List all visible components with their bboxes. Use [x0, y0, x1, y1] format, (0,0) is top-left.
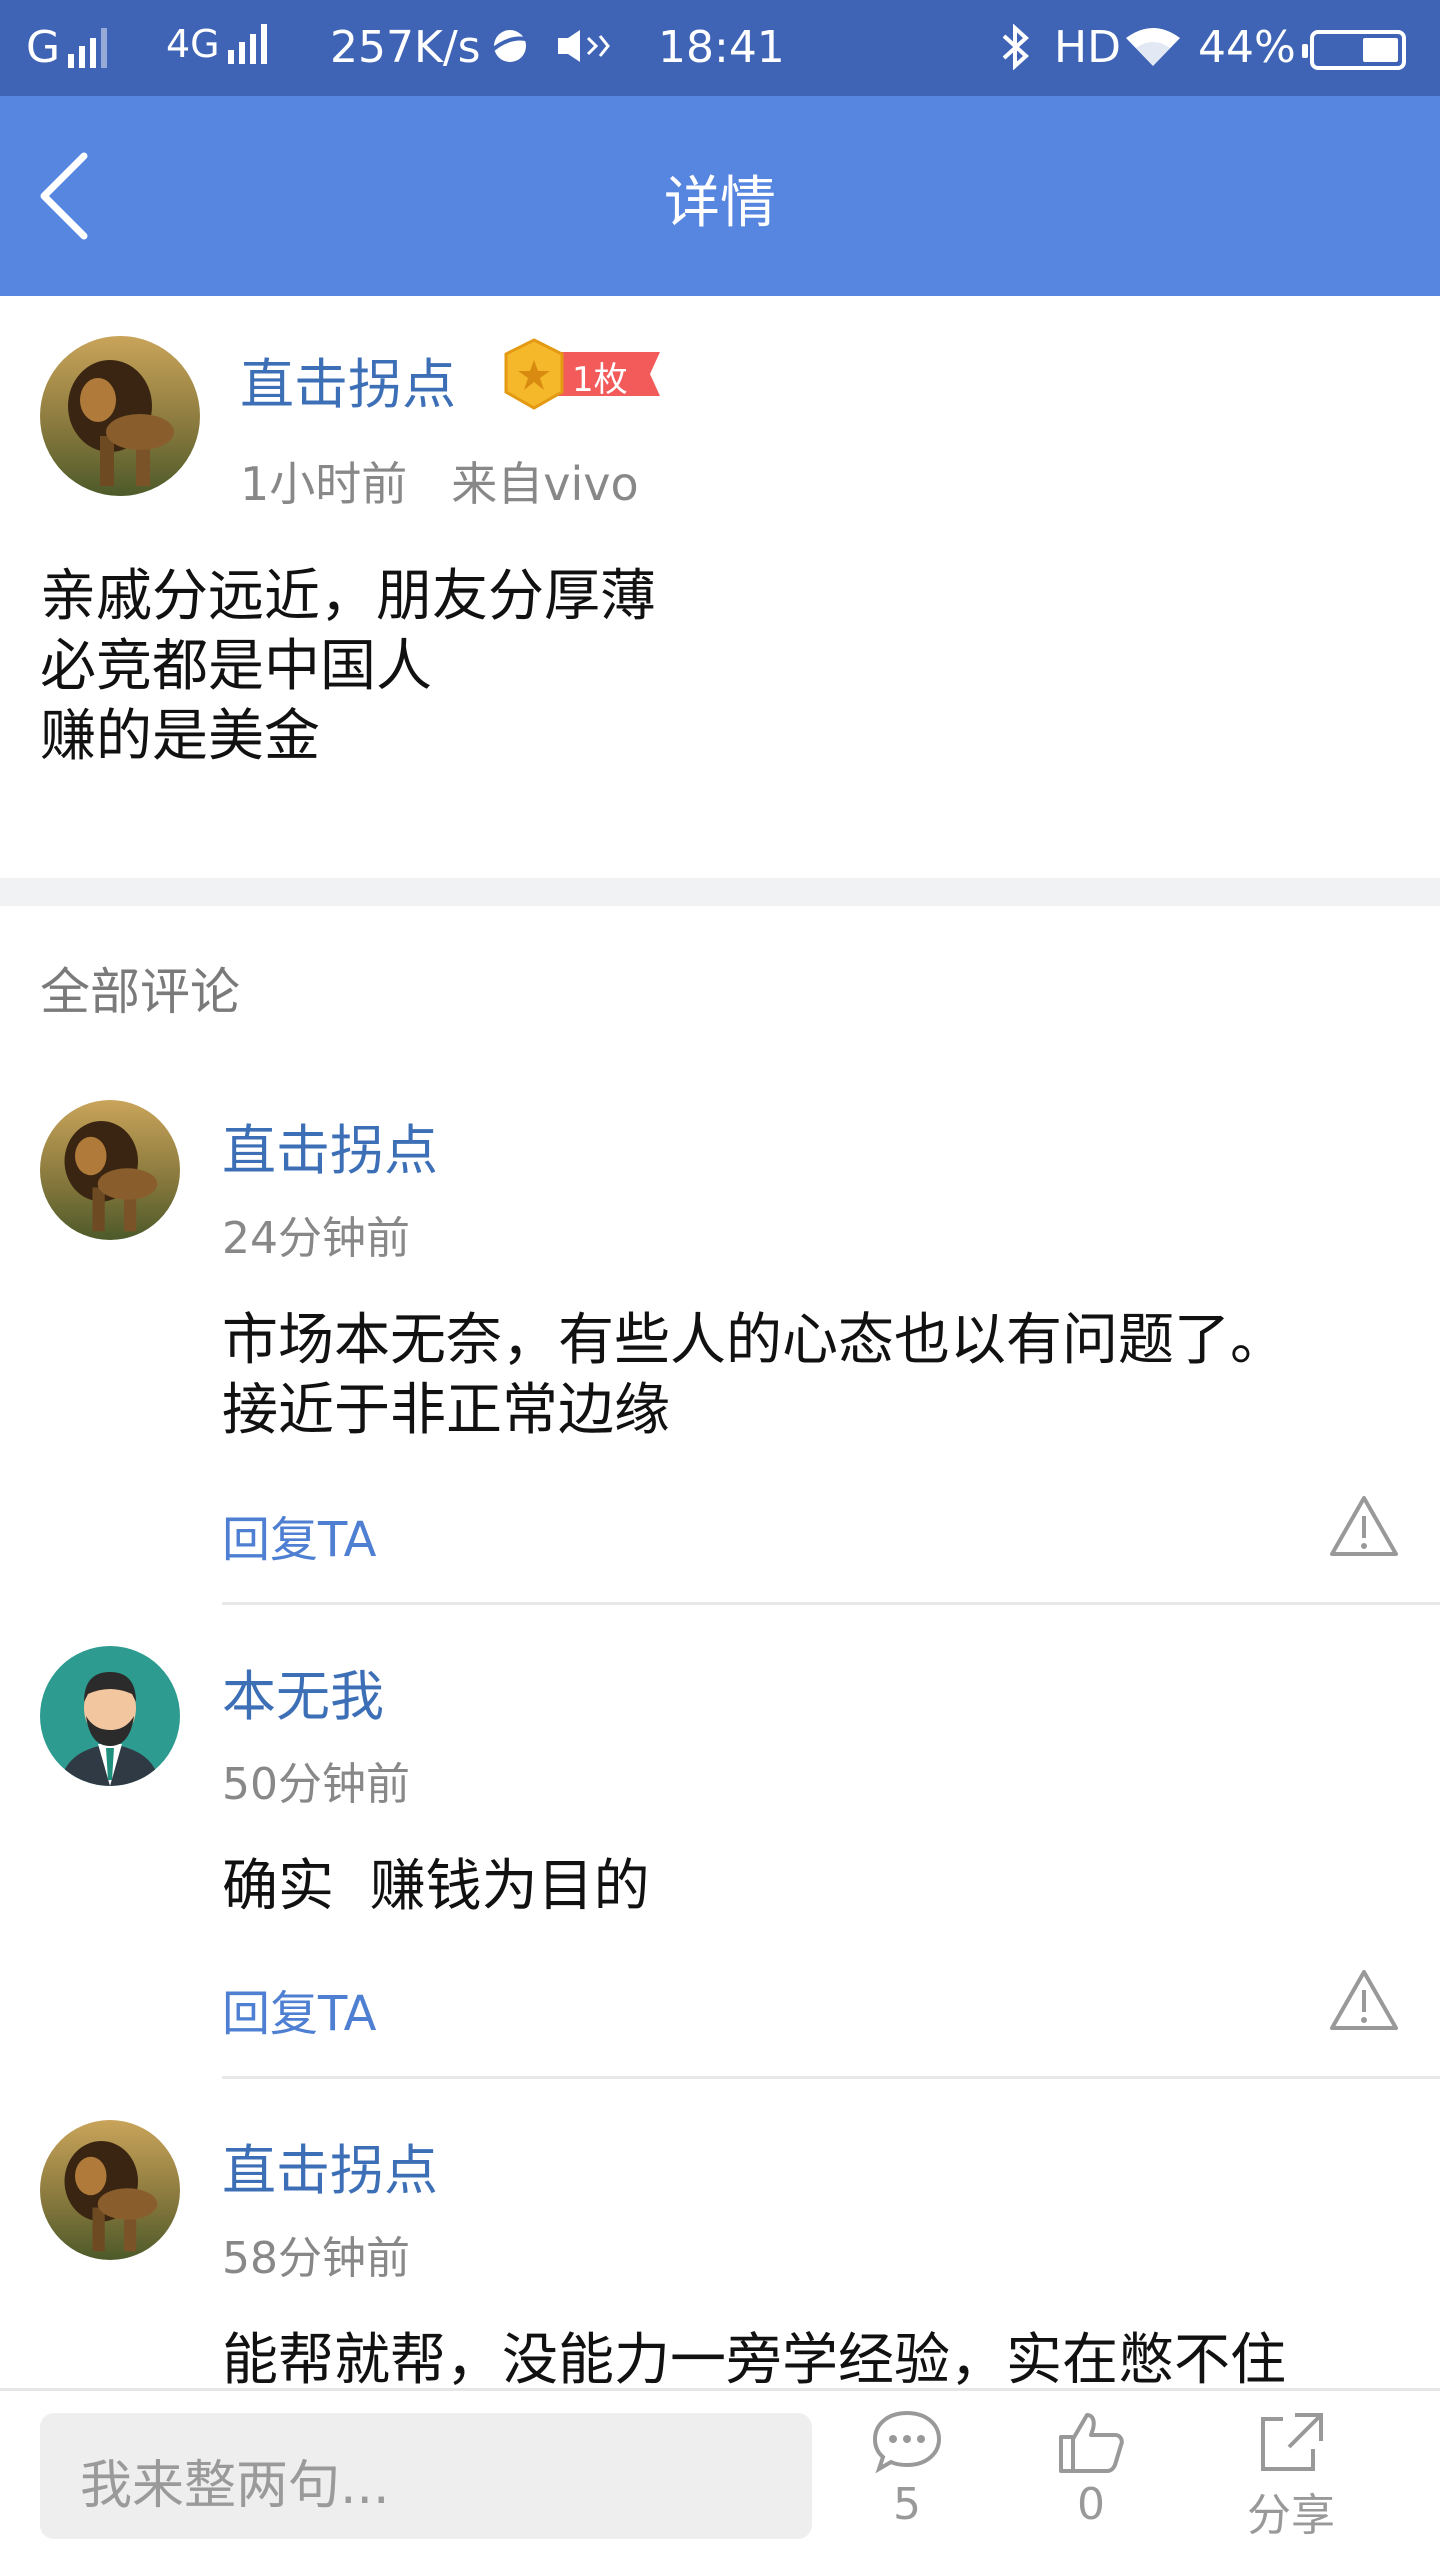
bottom-action-bar: 我来整两句... 5 0 分享 — [0, 2388, 1440, 2560]
comment-bubble-icon — [872, 2410, 942, 2474]
browser-icon — [488, 26, 532, 66]
comments-heading: 全部评论 — [40, 963, 240, 1021]
share-label: 分享 — [1247, 2490, 1335, 2541]
comment-text: 确实 赚钱为目的 — [222, 1852, 1402, 1922]
comment-avatar[interactable] — [40, 2120, 180, 2260]
comment-avatar[interactable] — [40, 1646, 180, 1786]
comment-divider — [222, 2076, 1440, 2079]
comment-text: 市场本无奈，有些人的心态也以有问题了。 接近于非正常边缘 — [222, 1306, 1402, 1446]
reply-button[interactable]: 回复TA — [222, 1500, 376, 1570]
signal-icon — [68, 27, 108, 68]
comment-avatar[interactable] — [40, 1100, 180, 1240]
page-title: 详情 — [664, 171, 776, 236]
warning-icon — [1330, 1496, 1398, 1556]
lion-avatar-image — [40, 2120, 180, 2260]
comment-count: 5 — [893, 2479, 921, 2530]
comment-line: 确实 赚钱为目的 — [222, 1854, 650, 1919]
signal-group-2: 4G — [166, 22, 267, 66]
comment-line: 能帮就帮，没能力一旁学经验，实在憋不住 — [222, 2328, 1286, 2393]
post-author-avatar[interactable] — [40, 336, 200, 496]
post-line: 亲戚分远近，朋友分厚薄 — [40, 564, 656, 629]
report-button[interactable] — [1328, 1494, 1400, 1558]
vibrate-icon — [556, 28, 612, 64]
like-count: 0 — [1077, 2479, 1105, 2530]
comment-author[interactable]: 直击拐点 — [222, 1106, 438, 1185]
post-meta: 1小时前 来自vivo — [240, 448, 639, 514]
share-icon — [1261, 2413, 1323, 2471]
carrier-label-2: 4G — [166, 22, 220, 66]
report-button[interactable] — [1328, 1968, 1400, 2032]
wifi-icon — [1124, 26, 1182, 68]
battery-icon — [1302, 30, 1406, 70]
comment-author[interactable]: 直击拐点 — [222, 2126, 438, 2205]
post-content: 亲戚分远近，朋友分厚薄 必竞都是中国人 赚的是美金 — [40, 562, 656, 772]
signal-icon — [227, 24, 267, 64]
thumbs-up-icon — [1059, 2413, 1124, 2473]
comment-time: 50分钟前 — [222, 1759, 410, 1810]
battery-percent: 44% — [1198, 22, 1296, 73]
lion-avatar-image — [40, 1100, 180, 1240]
comment-time: 24分钟前 — [222, 1213, 410, 1264]
status-bar: G 4G 257K/s 18:41 HD 44% — [0, 0, 1440, 96]
comment-author[interactable]: 本无我 — [222, 1652, 384, 1731]
comment-input[interactable]: 我来整两句... — [40, 2413, 812, 2539]
warning-icon — [1330, 1970, 1398, 2030]
comment-time: 58分钟前 — [222, 2233, 410, 2284]
post-source: 来自vivo — [451, 457, 639, 511]
medal-count: 1枚 — [572, 360, 628, 400]
businessman-avatar-image — [40, 1646, 180, 1786]
bluetooth-icon — [1000, 24, 1030, 70]
app-header: 详情 — [0, 96, 1440, 296]
like-button[interactable]: 0 — [1026, 2409, 1156, 2530]
hd-label: HD — [1054, 22, 1121, 73]
share-button[interactable]: 分享 — [1226, 2409, 1356, 2543]
post-line: 必竞都是中国人 — [40, 634, 432, 699]
reply-button[interactable]: 回复TA — [222, 1974, 376, 2044]
battery-fill — [1363, 38, 1398, 62]
comment-divider — [222, 1602, 1440, 1605]
lion-avatar-image — [40, 336, 200, 496]
signal-group-1: G — [26, 22, 108, 73]
clock: 18:41 — [658, 22, 785, 73]
network-speed: 257K/s — [330, 22, 481, 73]
comment-text: 能帮就帮，没能力一旁学经验，实在憋不住 — [222, 2326, 1402, 2396]
medal-badge: 1枚 — [500, 336, 670, 416]
post-author-name[interactable]: 直击拐点 — [240, 340, 456, 419]
comment-line: 接近于非正常边缘 — [222, 1378, 670, 1443]
comments-button[interactable]: 5 — [842, 2409, 972, 2530]
carrier-label-1: G — [26, 22, 61, 73]
post-line: 赚的是美金 — [40, 704, 320, 769]
section-divider — [0, 878, 1440, 906]
comment-line: 市场本无奈，有些人的心态也以有问题了。 — [222, 1308, 1286, 1373]
post-time: 1小时前 — [240, 457, 408, 511]
